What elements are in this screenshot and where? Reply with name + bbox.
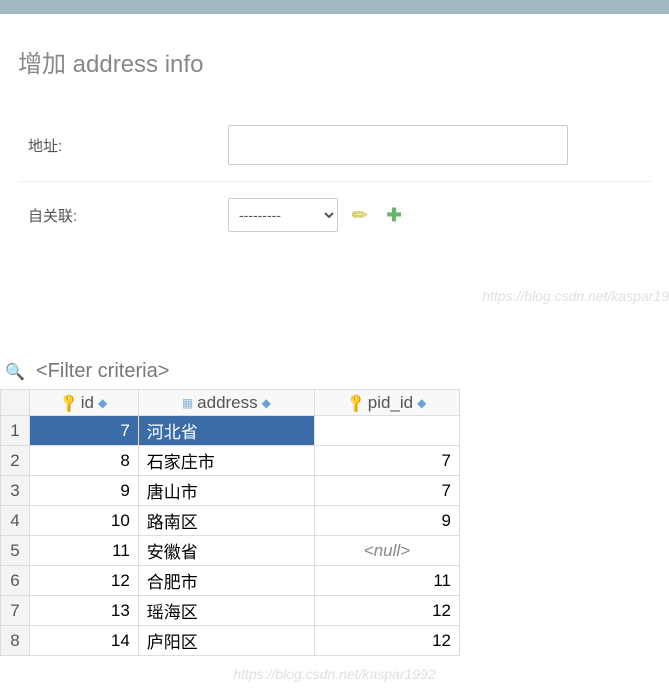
- spacer: [0, 314, 669, 354]
- selfref-label: 自关联:: [18, 205, 228, 226]
- cell-pid[interactable]: 12: [314, 626, 459, 656]
- column-icon: ▦: [182, 396, 193, 410]
- table-row[interactable]: 410路南区9: [1, 506, 460, 536]
- cell-pid[interactable]: <null>: [314, 416, 459, 446]
- watermark-text-bottom: https://blog.csdn.net/kaspar1992: [0, 656, 669, 692]
- form-row-address: 地址:: [18, 109, 651, 181]
- cell-id[interactable]: 10: [30, 506, 139, 536]
- cell-pid[interactable]: 7: [314, 446, 459, 476]
- table-row[interactable]: 511安徽省<null>: [1, 536, 460, 566]
- filter-row[interactable]: 🔍 <Filter criteria>: [0, 354, 669, 389]
- table-row[interactable]: 814庐阳区12: [1, 626, 460, 656]
- row-number: 3: [1, 476, 30, 506]
- row-number: 4: [1, 506, 30, 536]
- sort-icon: ◆: [98, 396, 107, 410]
- table-row[interactable]: 17河北省<null>: [1, 416, 460, 446]
- header-row: 🔑 id ◆ ▦ address ◆ 🔑 pid_id: [1, 390, 460, 416]
- data-grid-section: 🔍 <Filter criteria> 🔑 id ◆ ▦ address: [0, 354, 669, 656]
- cell-id[interactable]: 14: [30, 626, 139, 656]
- primary-key-icon: 🔑: [57, 391, 80, 414]
- row-number: 8: [1, 626, 30, 656]
- address-label: 地址:: [18, 135, 228, 156]
- row-number: 7: [1, 596, 30, 626]
- table-row[interactable]: 39唐山市7: [1, 476, 460, 506]
- table-row[interactable]: 612合肥市11: [1, 566, 460, 596]
- cell-pid[interactable]: 12: [314, 596, 459, 626]
- rowhead-col: [1, 390, 30, 416]
- sort-icon: ◆: [417, 396, 426, 410]
- cell-address[interactable]: 石家庄市: [138, 446, 314, 476]
- cell-address[interactable]: 庐阳区: [138, 626, 314, 656]
- form-row-selfref: 自关联: --------- ✎ ✚: [18, 181, 651, 248]
- cell-pid[interactable]: <null>: [314, 536, 459, 566]
- top-bar: [0, 0, 669, 14]
- filter-placeholder: <Filter criteria>: [36, 360, 169, 383]
- watermark-text: https://blog.csdn.net/kaspar19: [0, 288, 669, 314]
- page-title: 增加 address info: [18, 44, 651, 79]
- foreign-key-icon: 🔑: [344, 391, 367, 414]
- cell-id[interactable]: 7: [30, 416, 139, 446]
- row-number: 5: [1, 536, 30, 566]
- plus-icon[interactable]: ✚: [382, 203, 406, 227]
- cell-address[interactable]: 合肥市: [138, 566, 314, 596]
- cell-id[interactable]: 8: [30, 446, 139, 476]
- cell-address[interactable]: 瑶海区: [138, 596, 314, 626]
- cell-id[interactable]: 11: [30, 536, 139, 566]
- col-header-pid[interactable]: 🔑 pid_id ◆: [314, 390, 459, 416]
- selfref-select[interactable]: ---------: [228, 198, 338, 232]
- data-table[interactable]: 🔑 id ◆ ▦ address ◆ 🔑 pid_id: [0, 389, 460, 656]
- cell-pid[interactable]: 11: [314, 566, 459, 596]
- col-header-id[interactable]: 🔑 id ◆: [30, 390, 139, 416]
- row-number: 1: [1, 416, 30, 446]
- cell-address[interactable]: 路南区: [138, 506, 314, 536]
- magnifier-icon: 🔍: [4, 361, 26, 383]
- address-input[interactable]: [228, 125, 568, 165]
- cell-id[interactable]: 13: [30, 596, 139, 626]
- cell-address[interactable]: 安徽省: [138, 536, 314, 566]
- form-section: 增加 address info 地址: 自关联: --------- ✎ ✚: [0, 14, 669, 288]
- cell-address[interactable]: 唐山市: [138, 476, 314, 506]
- row-number: 2: [1, 446, 30, 476]
- cell-id[interactable]: 9: [30, 476, 139, 506]
- cell-id[interactable]: 12: [30, 566, 139, 596]
- sort-icon: ◆: [262, 396, 271, 410]
- table-row[interactable]: 713瑶海区12: [1, 596, 460, 626]
- col-header-address[interactable]: ▦ address ◆: [138, 390, 314, 416]
- row-number: 6: [1, 566, 30, 596]
- cell-address[interactable]: 河北省: [138, 416, 314, 446]
- table-row[interactable]: 28石家庄市7: [1, 446, 460, 476]
- cell-pid[interactable]: 7: [314, 476, 459, 506]
- pencil-icon[interactable]: ✎: [343, 198, 377, 232]
- cell-pid[interactable]: 9: [314, 506, 459, 536]
